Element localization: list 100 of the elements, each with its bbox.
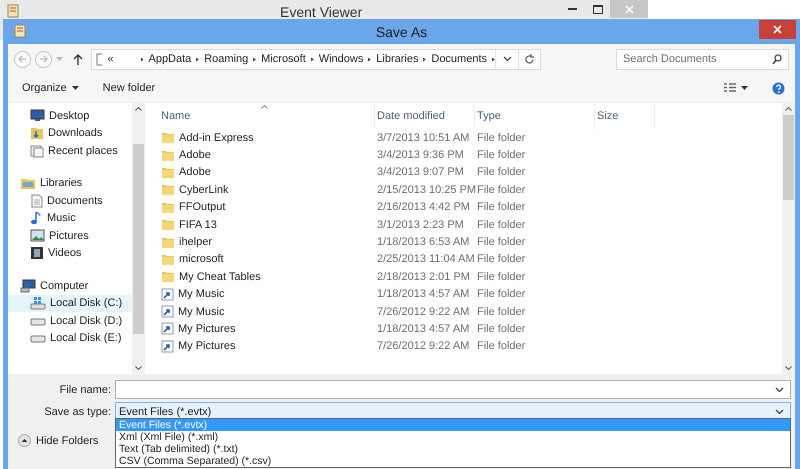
maximize-icon — [592, 4, 602, 14]
date-modified: 2/18/2013 2:01 PM — [376, 270, 471, 283]
breadcrumb-item[interactable]: Documents — [431, 53, 488, 65]
close-button[interactable] — [759, 20, 796, 39]
file-name: My Pictures — [178, 322, 236, 335]
scroll-down-icon[interactable] — [135, 366, 142, 370]
file-type: File folder — [476, 306, 526, 318]
shortcut-icon — [161, 322, 174, 336]
sidebar-item[interactable]: Pictures — [8, 227, 132, 244]
details-view-icon — [724, 83, 736, 93]
column-header[interactable]: Name — [159, 103, 375, 129]
app-icon — [7, 4, 19, 18]
folder-icon — [161, 270, 175, 284]
music-note-icon — [30, 211, 43, 226]
new-folder-button[interactable]: New folder — [98, 80, 160, 96]
column-header[interactable]: Type — [475, 103, 595, 129]
column-header[interactable]: Size — [595, 103, 655, 129]
breadcrumb-item[interactable]: AppData — [148, 53, 192, 65]
file-row[interactable]: Adobe 3/4/2013 9:36 PM File folder — [159, 146, 782, 164]
folder-icon — [161, 183, 175, 196]
chevron-right-icon — [492, 56, 495, 62]
breadcrumb-item[interactable]: Libraries — [376, 53, 418, 65]
file-name: microsoft — [179, 253, 224, 266]
file-name: Adobe — [179, 166, 211, 178]
scroll-up-icon[interactable] — [785, 107, 792, 111]
folder-icon — [161, 148, 175, 162]
caret-down-icon — [741, 86, 748, 90]
file-type: File folder — [476, 270, 526, 283]
drive-icon — [30, 333, 46, 344]
sidebar-item[interactable]: Computer — [8, 277, 132, 294]
file-row[interactable]: Add-in Express 3/7/2013 10:51 AM File folder — [159, 129, 782, 146]
collapse-icon — [18, 434, 31, 447]
date-modified: 1/18/2013 6:53 AM — [376, 236, 470, 248]
scroll-up-icon[interactable] — [135, 107, 142, 111]
chevron-down-icon — [775, 386, 784, 392]
breadcrumb-item[interactable]: « — [107, 53, 136, 65]
sidebar-item[interactable]: Documents — [8, 192, 132, 210]
folder-icon — [161, 218, 175, 232]
shortcut-icon — [161, 288, 174, 301]
search-field[interactable]: Search Documents — [616, 48, 789, 70]
file-row[interactable]: My Music 1/18/2013 4:57 AM File folder — [159, 286, 782, 303]
file-row[interactable]: FFOutput 2/16/2013 4:42 PM File folder — [159, 198, 782, 216]
file-name-field[interactable] — [115, 380, 791, 399]
file-row[interactable]: microsoft 2/25/2013 11:04 AM File folder — [159, 250, 782, 268]
date-modified: 7/26/2012 9:22 AM — [376, 340, 470, 352]
file-row[interactable]: My Pictures 7/26/2012 9:22 AM File folder — [159, 338, 782, 356]
breadcrumb-item[interactable]: Microsoft — [261, 53, 306, 65]
sidebar-item[interactable]: Recent places — [8, 142, 132, 160]
sidebar-item[interactable]: Videos — [8, 244, 132, 262]
date-modified: 1/18/2013 4:57 AM — [376, 288, 470, 300]
file-type: File folder — [476, 132, 526, 144]
dialog-title: Save As — [376, 24, 428, 40]
file-row[interactable]: My Music 7/26/2012 9:22 AM File folder — [159, 302, 782, 320]
file-type: File folder — [476, 184, 526, 196]
sidebar-item[interactable]: Libraries — [8, 174, 132, 192]
drive-icon — [30, 316, 46, 326]
file-row[interactable]: CyberLink 2/15/2013 10:25 PMFile folder — [159, 181, 782, 199]
file-type: File folder — [476, 201, 526, 214]
chevron-right-icon — [423, 56, 426, 62]
file-row[interactable]: FIFA 13 3/1/2013 2:23 PM File folder — [159, 216, 782, 234]
sidebar-item[interactable]: Local Disk (E:) — [8, 330, 132, 347]
file-name: Adobe — [179, 149, 211, 162]
file-name: ihelper — [179, 236, 212, 248]
file-row[interactable]: Adobe 3/4/2013 9:07 PM File folder — [159, 164, 782, 182]
up-arrow-icon[interactable] — [73, 53, 83, 65]
chevron-right-icon — [310, 56, 314, 62]
scrollbar[interactable] — [782, 103, 795, 374]
organize-button[interactable]: Organize — [18, 80, 83, 96]
breadcrumb-item[interactable]: Windows — [318, 53, 364, 65]
column-header[interactable]: Date modified — [375, 103, 475, 129]
downloads-folder-icon — [30, 126, 44, 140]
file-name: My Music — [178, 288, 224, 300]
file-row[interactable]: My Cheat Tables 2/18/2013 2:01 PM File folder — [159, 268, 782, 286]
file-row[interactable]: My Pictures 1/18/2013 4:57 AM File folder — [159, 320, 782, 338]
sidebar-item[interactable]: Desktop — [8, 107, 132, 124]
file-type: File folder — [476, 340, 526, 352]
close-icon — [773, 25, 782, 34]
date-modified: 2/16/2013 4:42 PM — [376, 201, 471, 214]
file-type: File folder — [476, 149, 526, 162]
file-type: File folder — [476, 288, 526, 300]
hide-folders-button[interactable]: Hide Folders — [18, 434, 98, 447]
scrollbar[interactable] — [132, 103, 145, 374]
file-row[interactable]: ihelper 1/18/2013 6:53 AM File folder — [159, 233, 782, 251]
sidebar-item[interactable]: Downloads — [8, 124, 132, 142]
date-modified: 3/1/2013 2:23 PM — [376, 218, 465, 231]
refresh-icon — [524, 54, 535, 64]
sidebar-item[interactable]: Local Disk (C:) — [8, 294, 132, 312]
date-modified: 3/7/2013 10:51 AM — [376, 132, 470, 144]
address-bar[interactable]: « AppData Roaming Microsoft Windows Libraries Documents — [91, 48, 541, 70]
folder-icon — [161, 200, 175, 214]
sidebar-item[interactable]: Local Disk (D:) — [8, 312, 132, 330]
scroll-down-icon[interactable] — [785, 366, 792, 370]
date-modified: 2/25/2013 11:04 AM — [376, 253, 475, 266]
close-icon — [624, 4, 634, 14]
chevron-down-icon — [502, 56, 512, 62]
date-modified: 2/15/2013 10:25 PM — [376, 184, 475, 196]
breadcrumb-item[interactable]: Roaming — [204, 53, 248, 65]
sidebar-item[interactable]: Music — [8, 210, 132, 227]
help-icon[interactable] — [772, 82, 785, 94]
window-title: Event Viewer — [280, 4, 362, 20]
